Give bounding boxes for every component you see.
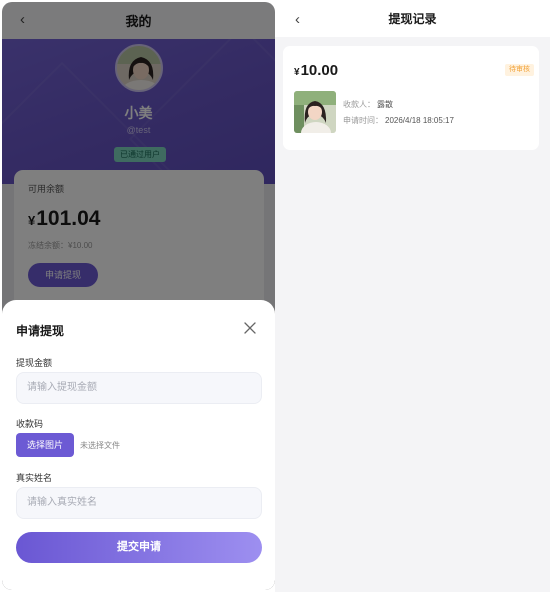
qr-code-thumbnail[interactable] bbox=[294, 91, 336, 133]
payee-name: 露散 bbox=[377, 100, 393, 109]
amount-input[interactable]: 请输入提现金额 bbox=[16, 372, 262, 404]
apply-time-row: 申请时间： 2026/4/18 18:05:17 bbox=[343, 115, 454, 126]
record-amount: ¥10.00 bbox=[294, 62, 338, 79]
choose-image-button[interactable]: 选择图片 bbox=[16, 433, 74, 457]
payee-row: 收款人： 露散 bbox=[343, 99, 393, 110]
apply-time-label: 申请时间： bbox=[343, 116, 383, 125]
status-badge: 待审核 bbox=[505, 64, 534, 76]
page-title: 提现记录 bbox=[388, 12, 437, 26]
submit-button[interactable]: 提交申请 bbox=[16, 532, 262, 563]
no-file-text: 未选择文件 bbox=[80, 441, 120, 450]
top-nav-bar: ‹ 提现记录 bbox=[275, 0, 550, 37]
payee-label: 收款人： bbox=[343, 100, 375, 109]
withdraw-sheet: 申请提现 提现金额 请输入提现金额 收款码 选择图片 未选择文件 真实姓名 请输… bbox=[2, 300, 275, 590]
withdraw-record-card[interactable]: ¥10.00 待审核 收款人： 露散 申请时间： 2026/4/18 18:05:1… bbox=[283, 46, 539, 150]
qr-code-label: 收款码 bbox=[16, 419, 44, 429]
real-name-input[interactable]: 请输入真实姓名 bbox=[16, 487, 262, 519]
apply-time: 2026/4/18 18:05:17 bbox=[385, 116, 454, 125]
close-icon[interactable] bbox=[242, 320, 258, 336]
profile-screen: ‹ 我的 小美 @test 已通过用户 可用余额 ¥101.04 冻结余额：¥1… bbox=[2, 2, 275, 590]
back-icon[interactable]: ‹ bbox=[295, 11, 300, 28]
amount-label: 提现金额 bbox=[16, 358, 53, 368]
real-name-label: 真实姓名 bbox=[16, 473, 53, 483]
record-amount-value: 10.00 bbox=[300, 62, 339, 79]
currency-symbol: ¥ bbox=[294, 67, 300, 78]
records-screen: ‹ 提现记录 ¥10.00 待审核 收款人： 露散 申请时间： 2026/4/18 … bbox=[275, 0, 550, 592]
sheet-title: 申请提现 bbox=[16, 324, 65, 338]
